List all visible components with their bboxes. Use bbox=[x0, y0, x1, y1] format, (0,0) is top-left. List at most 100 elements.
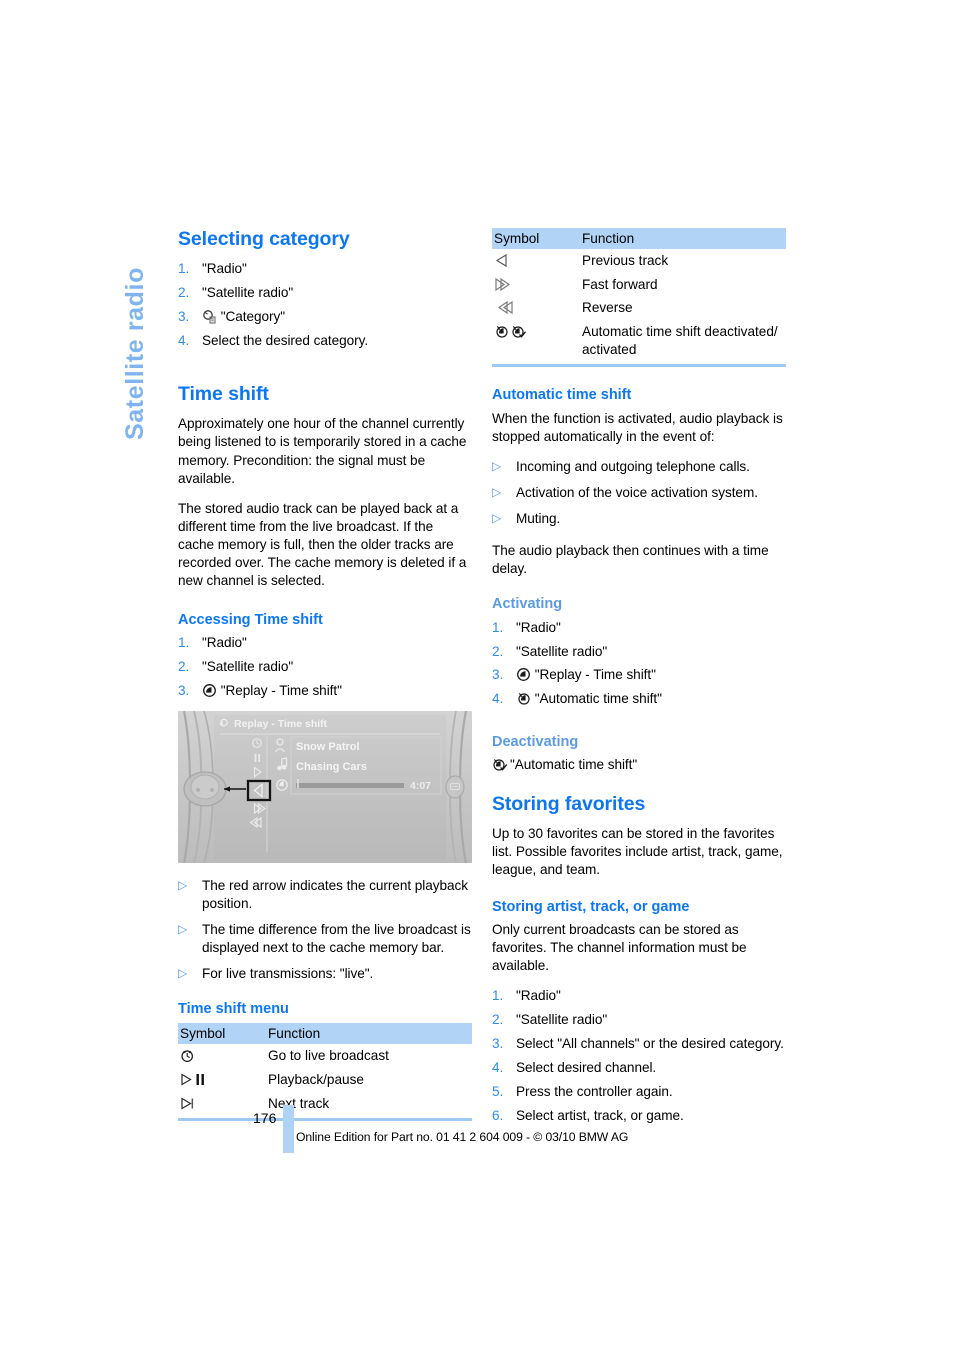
auto-time-shift-icon bbox=[494, 324, 534, 339]
cell-function: Automatic time shift deactivated/ activa… bbox=[582, 324, 778, 357]
step-text: "Radio" bbox=[202, 635, 247, 651]
table-row: Reverse bbox=[492, 296, 786, 320]
list-item: ▷ The time difference from the live broa… bbox=[178, 921, 472, 957]
step-number: 1. bbox=[178, 261, 190, 276]
step-text: Select the desired category. bbox=[202, 332, 369, 348]
list-item: 4. Select desired channel. bbox=[492, 1059, 786, 1077]
list-item: 1. "Radio" bbox=[492, 987, 786, 1005]
list-item: ▷ Muting. bbox=[492, 510, 786, 528]
heading-activating: Activating bbox=[492, 596, 563, 613]
cell-function: Reverse bbox=[582, 300, 633, 316]
heading-selecting-category: Selecting category bbox=[178, 228, 350, 250]
right-column: Symbol Function Previous track Fast forw… bbox=[492, 228, 786, 1130]
cell-function: Go to live broadcast bbox=[268, 1048, 389, 1064]
cell-function: Previous track bbox=[582, 253, 669, 268]
triangle-bullet-icon: ▷ bbox=[492, 484, 502, 499]
step-number: 4. bbox=[178, 332, 190, 348]
list-item: 2. "Satellite radio" bbox=[178, 284, 472, 302]
triangle-bullet-icon: ▷ bbox=[492, 511, 502, 526]
steps-activating: 1. "Radio" 2. "Satellite radio" 3. "Repl… bbox=[492, 619, 786, 709]
list-item: 2. "Satellite radio" bbox=[492, 1011, 786, 1029]
cell-symbol bbox=[492, 320, 580, 361]
list-item: 3. "Category" bbox=[178, 308, 472, 326]
step-text: "Radio" bbox=[202, 261, 247, 276]
step-text: "Radio" bbox=[516, 988, 561, 1004]
cell-symbol bbox=[492, 249, 580, 273]
cell-symbol bbox=[492, 273, 580, 297]
step-number: 3. bbox=[178, 683, 190, 699]
svg-text:Chasing Cars: Chasing Cars bbox=[296, 761, 367, 773]
heading-storing-artist-track-game: Storing artist, track, or game bbox=[492, 898, 690, 915]
steps-accessing-time-shift: 1. "Radio" 2. "Satellite radio" 3. "Repl… bbox=[178, 634, 472, 700]
table-row: Fast forward bbox=[492, 273, 786, 297]
note-text: The time difference from the live broadc… bbox=[202, 921, 471, 955]
list-item: 2. "Satellite radio" bbox=[492, 643, 786, 661]
svg-text:Snow Patrol: Snow Patrol bbox=[296, 741, 360, 753]
step-text: "Satellite radio" bbox=[202, 659, 294, 675]
step-text: "Radio" bbox=[516, 619, 561, 635]
list-item: 3. Select "All channels" or the desired … bbox=[492, 1035, 786, 1053]
manual-page: Satellite radio Selecting category 1. "R… bbox=[0, 0, 954, 1350]
table-row: Automatic time shift deactivated/ activa… bbox=[492, 320, 786, 361]
list-item: 1. "Radio" bbox=[178, 634, 472, 652]
table-row: Go to live broadcast bbox=[178, 1044, 472, 1068]
cell-symbol bbox=[492, 296, 580, 320]
step-text: "Replay - Time shift" bbox=[534, 667, 656, 683]
table-header-row: Symbol Function bbox=[178, 1023, 472, 1045]
left-column: Selecting category 1. "Radio" 2. "Satell… bbox=[178, 228, 472, 1122]
paragraph: The stored audio track can be played bac… bbox=[178, 500, 467, 588]
live-clock-icon bbox=[180, 1048, 195, 1063]
step-number: 4. bbox=[492, 1059, 504, 1075]
time-shift-menu-table: Symbol Function Go to live broadcast Pla… bbox=[178, 1023, 472, 1115]
replay-icon bbox=[202, 683, 217, 698]
step-number: 4. bbox=[492, 691, 504, 707]
list-item: 6. Select artist, track, or game. bbox=[492, 1107, 786, 1125]
list-item: ▷ Incoming and outgoing telephone calls. bbox=[492, 458, 786, 476]
auto-time-shift-off-icon bbox=[516, 691, 531, 706]
idrive-screenshot: Replay - Time shift Snow Patrol Chasing … bbox=[178, 710, 472, 863]
svg-text:4:07: 4:07 bbox=[410, 780, 431, 792]
footer-accent-bar bbox=[283, 1105, 294, 1153]
list-item: ▷ For live transmissions: "live". bbox=[178, 965, 472, 983]
step-number: 3. bbox=[178, 308, 190, 324]
cell-function: Next track bbox=[268, 1095, 330, 1111]
heading-automatic-time-shift: Automatic time shift bbox=[492, 387, 632, 404]
step-text: Select "All channels" or the desired cat… bbox=[516, 1036, 784, 1052]
reverse-icon bbox=[494, 300, 514, 315]
fast-forward-icon bbox=[494, 277, 514, 292]
list-item: 4. Select the desired category. bbox=[178, 332, 472, 350]
list-item: ▷ The red arrow indicates the current pl… bbox=[178, 877, 472, 913]
list-item: 2. "Satellite radio" bbox=[178, 658, 472, 676]
chapter-side-tab: Satellite radio bbox=[103, 222, 159, 442]
deactivating-line: "Automatic time shift" bbox=[492, 756, 786, 774]
heading-accessing-time-shift: Accessing Time shift bbox=[178, 612, 323, 629]
screen-title: Replay - Time shift bbox=[219, 718, 328, 730]
paragraph: When the function is activated, audio pl… bbox=[492, 410, 783, 444]
column-header-function: Function bbox=[580, 228, 786, 249]
list-item: 1. "Radio" bbox=[178, 260, 472, 278]
cell-function: Fast forward bbox=[582, 276, 658, 292]
cell-function: Playback/pause bbox=[268, 1071, 364, 1087]
steps-storing-artist: 1. "Radio" 2. "Satellite radio" 3. Selec… bbox=[492, 987, 786, 1125]
step-number: 3. bbox=[492, 667, 504, 683]
note-text: For live transmissions: "live". bbox=[202, 965, 374, 981]
list-item: 1. "Radio" bbox=[492, 619, 786, 637]
step-number: 2. bbox=[492, 643, 504, 659]
category-icon bbox=[202, 309, 217, 324]
column-header-symbol: Symbol bbox=[492, 228, 580, 249]
chapter-tab-label: Satellite radio bbox=[121, 267, 149, 440]
step-number: 1. bbox=[492, 988, 504, 1004]
step-text: "Category" bbox=[220, 308, 286, 324]
step-number: 1. bbox=[492, 619, 504, 635]
column-header-function: Function bbox=[266, 1023, 472, 1045]
step-number: 2. bbox=[178, 284, 190, 300]
footer-copyright: Online Edition for Part no. 01 41 2 604 … bbox=[296, 1130, 629, 1144]
previous-track-icon bbox=[494, 253, 509, 268]
screenshot-notes-list: ▷ The red arrow indicates the current pl… bbox=[178, 877, 472, 983]
triangle-bullet-icon: ▷ bbox=[492, 458, 502, 473]
heading-time-shift: Time shift bbox=[178, 383, 269, 406]
automatic-time-shift-bullets: ▷ Incoming and outgoing telephone calls.… bbox=[492, 458, 786, 528]
step-text: Press the controller again. bbox=[516, 1083, 673, 1099]
list-item: 4. "Automatic time shift" bbox=[492, 690, 786, 708]
play-pause-icon bbox=[180, 1072, 214, 1087]
